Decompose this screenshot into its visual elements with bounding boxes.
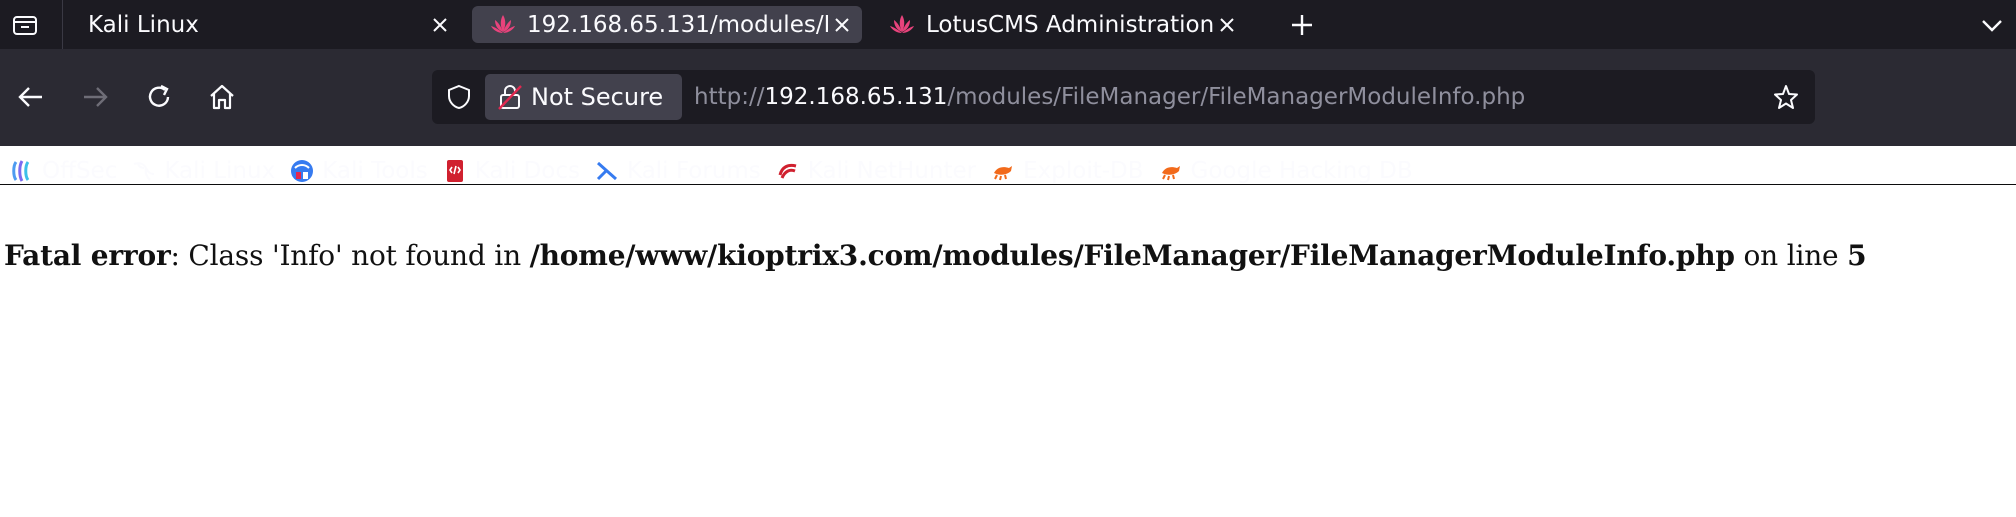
tab-title: Kali Linux — [88, 11, 199, 38]
error-text: : Class 'Info' not found in — [170, 239, 530, 272]
tab-kali-linux[interactable]: Kali Linux — [71, 6, 460, 43]
new-tab-button[interactable] — [1286, 9, 1318, 41]
php-error-message: Fatal error: Class 'Info' not found in /… — [4, 239, 1867, 272]
back-button[interactable] — [11, 77, 51, 117]
tab-close-button[interactable] — [426, 11, 454, 39]
error-label: Fatal error — [4, 239, 171, 272]
list-all-tabs-button[interactable] — [1976, 9, 2008, 41]
tabbar-separator — [62, 0, 63, 49]
plus-icon — [1292, 15, 1312, 35]
shield-icon — [448, 84, 470, 110]
kali-dragon-icon — [132, 159, 156, 183]
bookmark-label: Kali Linux — [164, 157, 276, 184]
close-icon — [835, 17, 849, 32]
error-line-number: 5 — [1847, 239, 1867, 272]
arrow-right-icon — [84, 87, 108, 107]
site-security-button[interactable]: Not Secure — [485, 74, 682, 120]
bookmark-label: Google Hacking DB — [1190, 157, 1413, 184]
kali-nethunter-icon — [776, 159, 800, 183]
tab-close-button[interactable] — [828, 11, 856, 39]
error-on-line-text: on line — [1734, 239, 1848, 272]
url-path: /modules/FileManager/FileManagerModuleIn… — [947, 84, 1526, 110]
tab-lotuscms-administration[interactable]: LotusCMS Administration — [871, 6, 1247, 43]
kali-forums-icon — [595, 159, 619, 183]
tab-close-button[interactable] — [1213, 11, 1241, 39]
url-scheme: http:// — [694, 84, 765, 110]
security-label: Not Secure — [531, 83, 664, 111]
tab-file-manager[interactable]: 192.168.65.131/modules/F — [472, 6, 862, 43]
close-icon — [433, 17, 447, 32]
bookmark-label: Kali Docs — [474, 157, 581, 184]
reload-button[interactable] — [139, 77, 179, 117]
firefox-view-button[interactable] — [0, 0, 49, 49]
forward-button[interactable] — [75, 77, 115, 117]
kali-tools-icon — [290, 159, 314, 183]
home-icon — [210, 84, 234, 110]
bookmark-label: Kali Tools — [322, 157, 428, 184]
bookmark-star-button[interactable] — [1770, 81, 1802, 113]
arrow-left-icon — [18, 87, 42, 107]
url-host: 192.168.65.131 — [764, 84, 948, 110]
bookmark-label: OffSec — [42, 157, 118, 184]
ghdb-icon — [1159, 159, 1183, 183]
close-icon — [1220, 17, 1234, 32]
url-text[interactable]: http://192.168.65.131/modules/FileManage… — [694, 70, 1525, 124]
star-icon — [1774, 85, 1798, 109]
bookmark-label: Exploit-DB — [1023, 157, 1144, 184]
exploit-db-icon — [991, 159, 1015, 183]
tab-bar: Kali Linux 192.168.65.131/modules/F Lotu… — [0, 0, 2016, 49]
bookmark-label: Kali NetHunter — [807, 157, 977, 184]
navigation-toolbar: Not Secure http://192.168.65.131/modules… — [0, 49, 2016, 184]
page-content: Fatal error: Class 'Info' not found in /… — [0, 185, 2016, 517]
insecure-lock-icon — [498, 85, 522, 110]
error-file-path: /home/www/kioptrix3.com/modules/FileMana… — [529, 239, 1735, 272]
url-bar[interactable]: Not Secure http://192.168.65.131/modules… — [432, 70, 1815, 124]
chevron-down-icon — [1982, 20, 2002, 32]
lotus-icon — [491, 14, 515, 33]
tab-title: LotusCMS Administration — [926, 11, 1213, 38]
tab-title: 192.168.65.131/modules/F — [527, 11, 828, 38]
kali-docs-icon — [443, 159, 467, 183]
tracking-protection-button[interactable] — [442, 80, 476, 114]
firefox-view-icon — [12, 15, 37, 35]
home-button[interactable] — [202, 77, 242, 117]
bookmark-label: Kali Forums — [627, 157, 761, 184]
offsec-icon — [10, 159, 34, 183]
lotus-icon — [890, 14, 914, 33]
reload-icon — [148, 84, 170, 107]
